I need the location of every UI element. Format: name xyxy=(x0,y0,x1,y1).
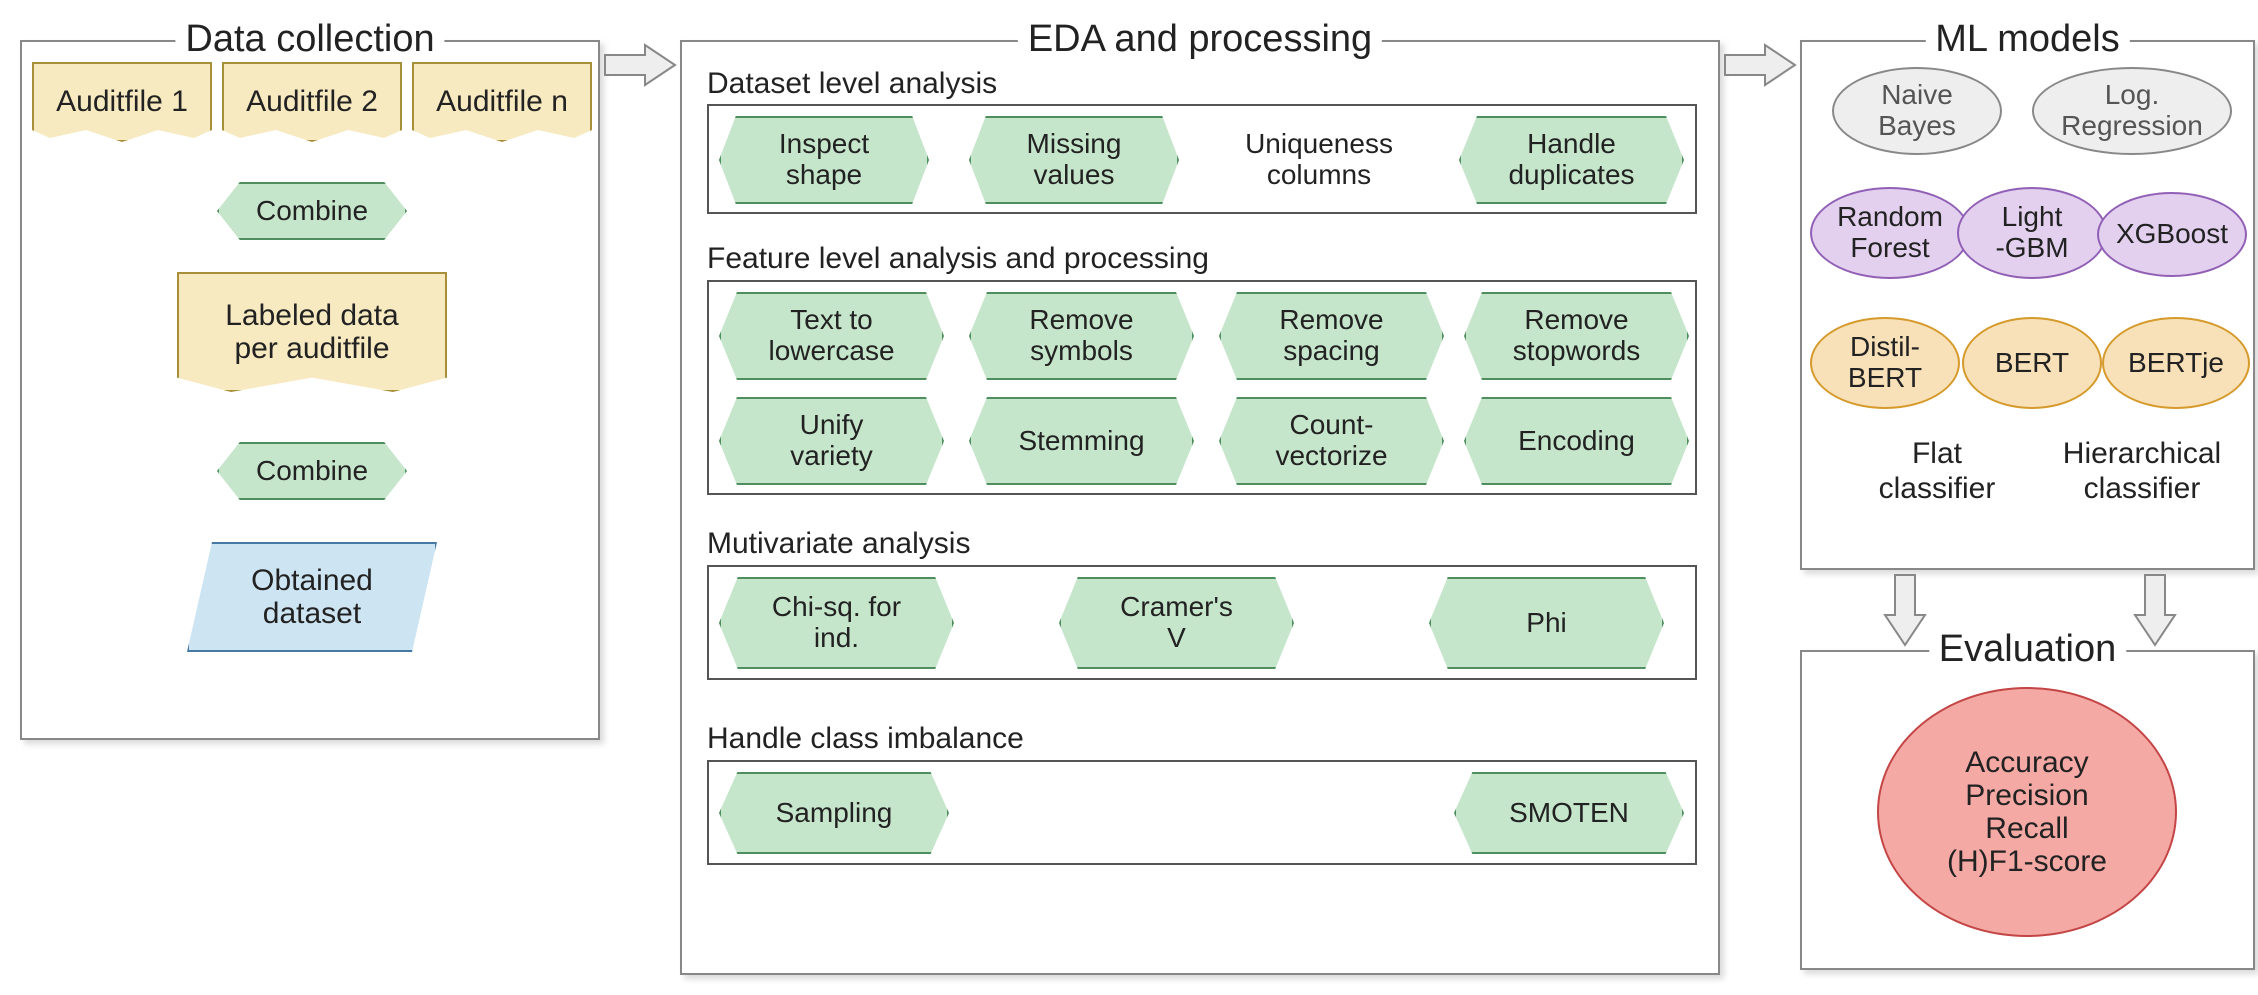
feat-unify: Unify variety xyxy=(719,397,944,485)
feat-stemming: Stemming xyxy=(969,397,1194,485)
arrow-dc-to-eda xyxy=(600,40,680,90)
panel-title-eda: EDA and processing xyxy=(1018,18,1382,61)
sub3-label: Mutivariate analysis xyxy=(707,527,970,561)
feat-remove-spacing: Remove spacing xyxy=(1219,292,1444,380)
sub2-box: Text to lowercase Remove symbols Remove … xyxy=(707,280,1697,495)
feat-remove-stopwords: Remove stopwords xyxy=(1464,292,1689,380)
model-bert: BERT xyxy=(1962,317,2102,409)
labeled-data: Labeled data per auditfile xyxy=(177,272,447,392)
col-flat: Flat classifier xyxy=(1847,437,2027,506)
panel-data-collection: Data collection Auditfile 1 Auditfile 2 … xyxy=(20,40,600,740)
dataset-uniqueness: Uniqueness columns xyxy=(1209,116,1429,204)
dataset-inspect-shape: Inspect shape xyxy=(719,116,929,204)
arrow-flat-to-eval xyxy=(1880,570,1930,650)
model-xgb: XGBoost xyxy=(2097,192,2247,277)
panel-ml: ML models Naive Bayes Log. Regression Ra… xyxy=(1800,40,2255,570)
feat-remove-symbols: Remove symbols xyxy=(969,292,1194,380)
panel-eda: EDA and processing Dataset level analysi… xyxy=(680,40,1720,975)
ci-smoten: SMOTEN xyxy=(1454,772,1684,854)
model-bertje: BERTje xyxy=(2102,317,2250,409)
panel-title-ml: ML models xyxy=(1925,18,2129,61)
arrow-hier-to-eval xyxy=(2130,570,2180,650)
obtained-dataset: Obtained dataset xyxy=(187,542,437,652)
auditfile-1: Auditfile 1 xyxy=(32,62,212,142)
panel-title-data-collection: Data collection xyxy=(175,18,444,61)
sub4-label: Handle class imbalance xyxy=(707,722,1024,756)
ci-sampling: Sampling xyxy=(719,772,949,854)
combine-step-2: Combine xyxy=(217,442,407,500)
auditfile-n: Auditfile n xyxy=(412,62,592,142)
sub4-box: Sampling SMOTEN xyxy=(707,760,1697,865)
panel-eval: Evaluation Accuracy Precision Recall (H)… xyxy=(1800,650,2255,970)
dataset-missing-values: Missing values xyxy=(969,116,1179,204)
arrow-eda-to-ml xyxy=(1720,40,1800,90)
col-hier: Hierarchical classifier xyxy=(2037,437,2247,506)
diagram-canvas: Data collection Auditfile 1 Auditfile 2 … xyxy=(10,10,2258,985)
model-rf: Random Forest xyxy=(1810,187,1970,279)
dataset-handle-dup: Handle duplicates xyxy=(1459,116,1684,204)
sub3-box: Chi-sq. for ind. Cramer's V Phi xyxy=(707,565,1697,680)
feat-countvec: Count- vectorize xyxy=(1219,397,1444,485)
sub2-label: Feature level analysis and processing xyxy=(707,242,1209,276)
feat-encoding: Encoding xyxy=(1464,397,1689,485)
model-logreg: Log. Regression xyxy=(2032,67,2232,155)
feat-lowercase: Text to lowercase xyxy=(719,292,944,380)
panel-title-eval: Evaluation xyxy=(1929,628,2126,671)
auditfile-2: Auditfile 2 xyxy=(222,62,402,142)
sub1-label: Dataset level analysis xyxy=(707,67,997,101)
eval-metrics: Accuracy Precision Recall (H)F1-score xyxy=(1877,687,2177,937)
mv-phi: Phi xyxy=(1429,577,1664,669)
model-naive-bayes: Naive Bayes xyxy=(1832,67,2002,155)
mv-cramers: Cramer's V xyxy=(1059,577,1294,669)
sub1-box: Inspect shape Missing values Uniqueness … xyxy=(707,104,1697,214)
model-distilbert: Distil- BERT xyxy=(1810,317,1960,409)
model-lgbm: Light -GBM xyxy=(1957,187,2107,279)
combine-step-1: Combine xyxy=(217,182,407,240)
mv-chisq: Chi-sq. for ind. xyxy=(719,577,954,669)
